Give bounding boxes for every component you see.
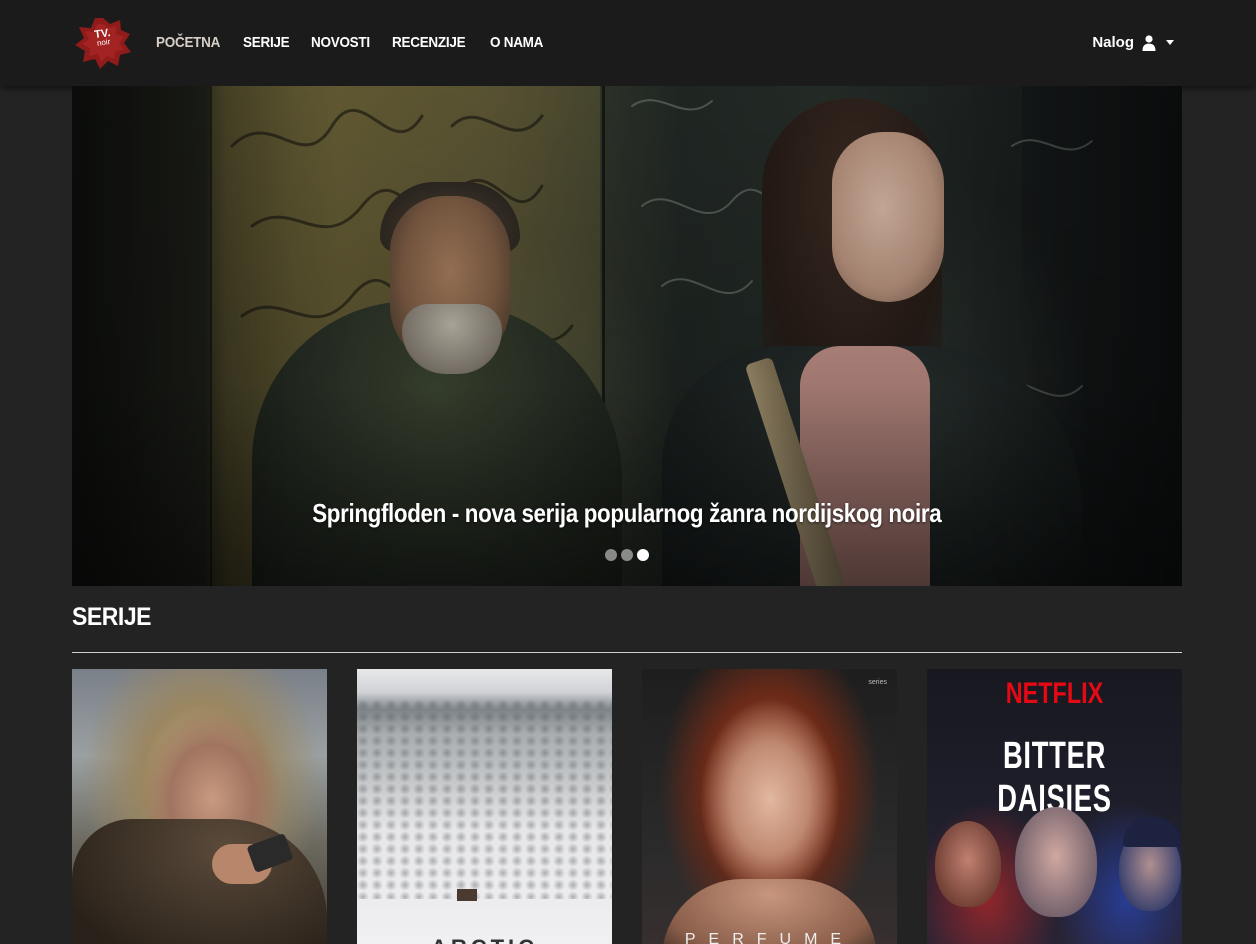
section-divider xyxy=(72,652,1182,653)
carousel-indicators xyxy=(605,549,649,561)
nav-item-o-nama[interactable]: O NAMA xyxy=(490,34,543,51)
user-icon xyxy=(1142,34,1156,51)
hero-carousel[interactable]: Springfloden - nova serija popularnog ža… xyxy=(72,86,1182,586)
series-card-1[interactable] xyxy=(72,669,327,944)
card3-poster-brand: series xyxy=(868,679,887,686)
card3-poster-title: PERFUME xyxy=(684,931,855,944)
series-card-grid: ARCTIC series PERFUME NETFLIX BITTER DAI… xyxy=(72,669,1182,944)
card4-poster-face-center xyxy=(1015,807,1097,917)
carousel-indicator-2[interactable] xyxy=(621,549,633,561)
card2-poster-title: ARCTIC xyxy=(357,935,612,944)
account-dropdown[interactable]: Nalog xyxy=(1092,34,1174,51)
section-title-text: SERIJE xyxy=(72,603,152,631)
card4-poster-face-left xyxy=(935,821,1001,907)
chevron-down-icon xyxy=(1166,40,1174,45)
series-card-2[interactable]: ARCTIC xyxy=(357,669,612,944)
series-card-4[interactable]: NETFLIX BITTER DAISIES xyxy=(927,669,1182,944)
hero-caption: Springfloden - nova serija popularnog ža… xyxy=(72,498,1182,529)
top-navbar: TV. noir POČETNA SERIJE NOVOSTI RECENZIJ… xyxy=(0,0,1256,86)
carousel-indicator-3[interactable] xyxy=(637,549,649,561)
nav-item-pocetna[interactable]: POČETNA xyxy=(156,34,220,51)
nav-item-novosti[interactable]: NOVOSTI xyxy=(311,34,370,51)
site-logo[interactable]: TV. noir xyxy=(74,16,132,70)
hero-caption-text: Springfloden - nova serija popularnog ža… xyxy=(312,498,942,528)
series-card-3[interactable]: series PERFUME xyxy=(642,669,897,944)
card2-poster-trees xyxy=(357,699,612,899)
card4-brand-text: NETFLIX xyxy=(1005,677,1104,710)
card1-poster-figure xyxy=(72,819,327,944)
nav-item-serije[interactable]: SERIJE xyxy=(243,34,290,51)
carousel-indicator-1[interactable] xyxy=(605,549,617,561)
card4-poster-brand: NETFLIX xyxy=(927,677,1182,711)
section-title: SERIJE xyxy=(72,603,158,632)
card2-poster-cabin xyxy=(457,889,477,901)
card4-poster-cap xyxy=(1123,817,1181,847)
account-label: Nalog xyxy=(1092,34,1134,51)
nav-item-recenzije[interactable]: RECENZIJE xyxy=(392,34,466,51)
main-nav: POČETNA SERIJE NOVOSTI RECENZIJE O NAMA xyxy=(156,34,565,51)
